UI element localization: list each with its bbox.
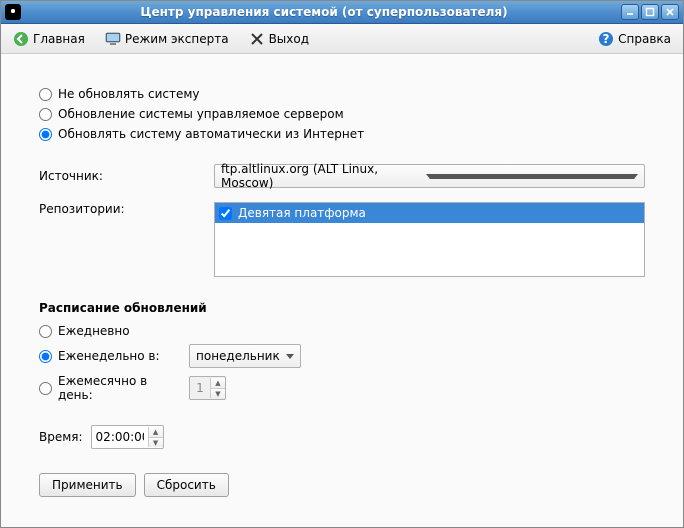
source-label: Источник: <box>39 169 214 183</box>
radio-server-update[interactable] <box>39 108 52 121</box>
weekday-select[interactable]: понедельник <box>189 344 301 368</box>
exit-label: Выход <box>269 32 309 46</box>
repo-name: Девятая платформа <box>238 206 366 220</box>
close-button[interactable] <box>661 4 679 20</box>
close-icon <box>249 31 265 47</box>
minimize-button[interactable] <box>621 4 639 20</box>
home-button[interactable]: Главная <box>9 29 89 49</box>
reset-button[interactable]: Сбросить <box>144 473 229 497</box>
monitor-icon <box>105 31 121 47</box>
help-icon: ? <box>598 31 614 47</box>
arrow-left-icon <box>13 31 29 47</box>
weekday-value: понедельник <box>196 349 280 363</box>
content-area: Не обновлять систему Обновление системы … <box>1 54 683 527</box>
source-dropdown[interactable]: ftp.altlinux.org (ALT Linux, Moscow) <box>214 164 645 188</box>
time-label: Время: <box>39 430 83 444</box>
repos-label: Репозитории: <box>39 202 214 216</box>
home-label: Главная <box>33 32 85 46</box>
spin-up[interactable]: ▲ <box>149 427 163 437</box>
radio-no-update[interactable] <box>39 88 52 101</box>
maximize-button[interactable] <box>641 4 659 20</box>
help-label: Справка <box>618 32 671 46</box>
time-spinner[interactable]: ▲ ▼ <box>91 425 164 449</box>
chevron-down-icon <box>426 174 639 179</box>
radio-no-update-label[interactable]: Не обновлять систему <box>58 87 200 101</box>
repo-checkbox[interactable] <box>219 207 232 220</box>
window-controls <box>621 4 679 20</box>
exit-button[interactable]: Выход <box>245 29 313 49</box>
radio-weekly-label[interactable]: Еженедельно в: <box>58 349 183 363</box>
app-icon <box>5 4 21 20</box>
expert-label: Режим эксперта <box>125 32 229 46</box>
apply-button[interactable]: Применить <box>39 473 136 497</box>
update-mode-group: Не обновлять систему Обновление системы … <box>39 84 645 144</box>
radio-monthly-label[interactable]: Ежемесячно в день: <box>58 374 183 402</box>
list-item[interactable]: Девятая платформа <box>215 203 644 223</box>
radio-weekly[interactable] <box>39 350 52 363</box>
toolbar: Главная Режим эксперта Выход ? Справка <box>1 24 683 54</box>
source-value: ftp.altlinux.org (ALT Linux, Moscow) <box>221 162 426 190</box>
expert-mode-button[interactable]: Режим эксперта <box>101 29 233 49</box>
time-input[interactable] <box>92 430 148 444</box>
apply-label: Применить <box>52 478 123 492</box>
reset-label: Сбросить <box>157 478 216 492</box>
radio-daily[interactable] <box>39 325 52 338</box>
schedule-title: Расписание обновлений <box>39 301 645 315</box>
month-day-input <box>190 381 210 395</box>
radio-server-update-label[interactable]: Обновление системы управляемое сервером <box>58 107 344 121</box>
spin-down[interactable]: ▼ <box>211 388 225 398</box>
spin-up[interactable]: ▲ <box>211 378 225 388</box>
chevron-down-icon <box>286 354 294 359</box>
repos-list[interactable]: Девятая платформа <box>214 202 645 277</box>
window-title: Центр управления системой (от суперпольз… <box>27 5 621 19</box>
help-button[interactable]: ? Справка <box>594 29 675 49</box>
titlebar: Центр управления системой (от суперпольз… <box>1 1 683 24</box>
radio-monthly[interactable] <box>39 382 52 395</box>
radio-daily-label[interactable]: Ежедневно <box>58 324 130 338</box>
spin-down[interactable]: ▼ <box>149 437 163 447</box>
month-day-spinner[interactable]: ▲ ▼ <box>189 376 226 400</box>
svg-text:?: ? <box>603 32 610 46</box>
radio-auto-update-label[interactable]: Обновлять систему автоматически из Интер… <box>58 127 364 141</box>
radio-auto-update[interactable] <box>39 128 52 141</box>
